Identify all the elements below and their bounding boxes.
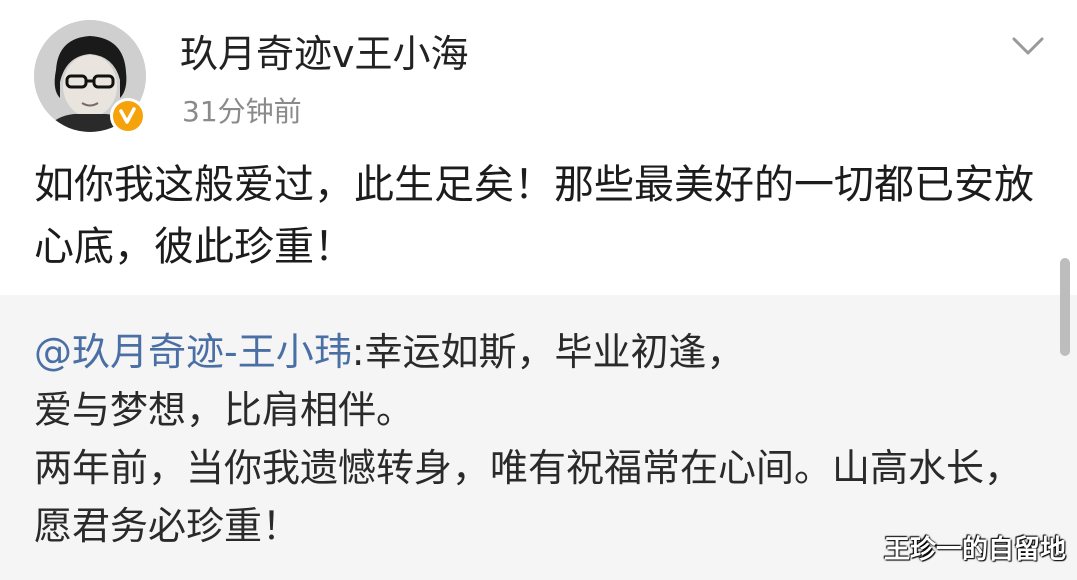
- scrollbar[interactable]: [1060, 258, 1070, 356]
- repost-line-2: 爱与梦想，比肩相伴。: [34, 388, 415, 432]
- repost-line-3: 两年前，当你我遗憾转身，唯有祝福常在心间。山高水长，愿君务必珍重！: [34, 446, 1023, 548]
- mention-link[interactable]: @玖月奇迹-王小玮: [34, 330, 352, 374]
- watermark-text: 王珍一的自留地: [884, 535, 1067, 565]
- weibo-post: 玖月奇迹v王小海 31分钟前 如你我这般爱过，此生足矣！那些最美好的一切都已安放…: [0, 0, 1077, 292]
- post-timestamp: 31分钟前: [182, 95, 302, 128]
- repost-line-1: :幸运如斯，毕业初逢，: [351, 330, 745, 374]
- verified-badge-icon: [110, 98, 146, 134]
- post-content: 如你我这般爱过，此生足矣！那些最美好的一切都已安放心底，彼此珍重！: [34, 162, 1034, 270]
- author-name[interactable]: 玖月奇迹v王小海: [180, 28, 469, 80]
- repost-text: @玖月奇迹-王小玮:幸运如斯，毕业初逢， 爱与梦想，比肩相伴。 两年前，当你我遗…: [34, 323, 1034, 555]
- chevron-down-icon[interactable]: [1008, 26, 1048, 66]
